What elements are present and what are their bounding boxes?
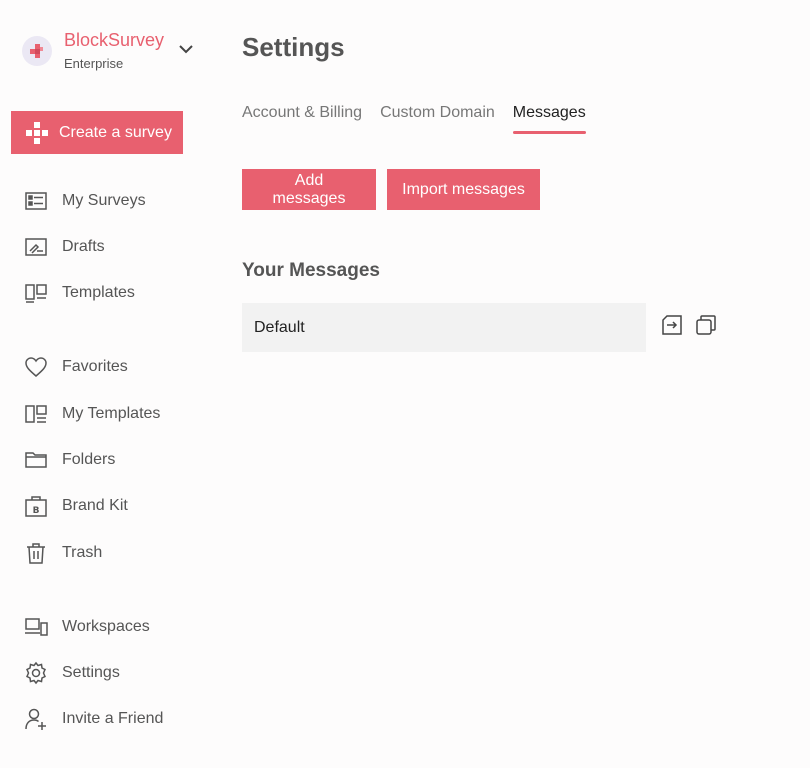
sidebar-item-favorites[interactable]: Favorites (24, 354, 128, 380)
svg-text:B: B (33, 506, 40, 516)
trash-icon (27, 543, 45, 564)
heart-icon (25, 357, 47, 377)
create-survey-label: Create a survey (59, 123, 172, 141)
plus-blocks-icon (26, 121, 48, 144)
sidebar-item-label: Drafts (62, 238, 105, 255)
sidebar-item-label: Templates (62, 284, 135, 301)
sidebar-item-folders[interactable]: Folders (24, 447, 115, 473)
tab-messages[interactable]: Messages (512, 104, 586, 134)
sidebar-item-label: Brand Kit (62, 497, 128, 514)
section-title: Your Messages (242, 260, 380, 281)
sidebar-item-workspaces[interactable]: Workspaces (24, 614, 150, 640)
brand-name: BlockSurvey (64, 30, 165, 50)
settings-tabs: Account & Billing Custom Domain Messages (242, 104, 586, 136)
sidebar: BlockSurvey Enterprise Create a survey M… (0, 0, 220, 768)
brand-kit-icon: B (25, 496, 47, 517)
sidebar-item-my-templates[interactable]: My Templates (24, 401, 160, 427)
message-row[interactable]: Default (242, 303, 646, 352)
copy-icon[interactable] (695, 314, 717, 336)
folder-icon (25, 452, 47, 468)
sidebar-item-label: Invite a Friend (62, 710, 164, 727)
sidebar-item-trash[interactable]: Trash (24, 540, 102, 566)
plan-label: Enterprise (64, 56, 124, 71)
list-icon (25, 192, 47, 210)
sidebar-item-label: Folders (62, 451, 116, 468)
templates-icon (25, 284, 47, 303)
sidebar-item-settings[interactable]: Settings (24, 660, 120, 686)
message-name: Default (254, 318, 305, 336)
workspace-switcher[interactable]: BlockSurvey Enterprise (22, 30, 202, 74)
sidebar-item-drafts[interactable]: Drafts (24, 234, 105, 260)
sidebar-item-invite-friend[interactable]: Invite a Friend (24, 706, 163, 732)
workspaces-icon (25, 618, 48, 636)
my-templates-icon (25, 405, 47, 423)
tab-account-billing[interactable]: Account & Billing (242, 104, 362, 134)
import-messages-button[interactable]: Import messages (387, 169, 540, 210)
create-survey-button[interactable]: Create a survey (11, 111, 183, 154)
sidebar-item-label: My Surveys (62, 192, 146, 209)
sidebar-item-label: My Templates (62, 405, 161, 422)
draft-icon (25, 238, 47, 256)
sidebar-item-brand-kit[interactable]: B Brand Kit (24, 493, 128, 519)
chevron-down-icon[interactable] (177, 42, 195, 56)
sidebar-item-label: Favorites (62, 358, 128, 375)
sidebar-item-label: Trash (62, 544, 103, 561)
page-title: Settings (242, 32, 345, 62)
sidebar-item-label: Workspaces (62, 618, 150, 635)
gear-icon (26, 661, 46, 685)
sidebar-item-templates[interactable]: Templates (24, 280, 135, 306)
sidebar-item-my-surveys[interactable]: My Surveys (24, 188, 146, 214)
add-user-icon (25, 708, 46, 730)
sidebar-item-label: Settings (62, 664, 120, 681)
add-messages-button[interactable]: Add messages (242, 169, 376, 210)
blocksurvey-logo-icon (22, 36, 52, 66)
tab-custom-domain[interactable]: Custom Domain (380, 104, 495, 134)
export-icon[interactable] (661, 314, 683, 336)
